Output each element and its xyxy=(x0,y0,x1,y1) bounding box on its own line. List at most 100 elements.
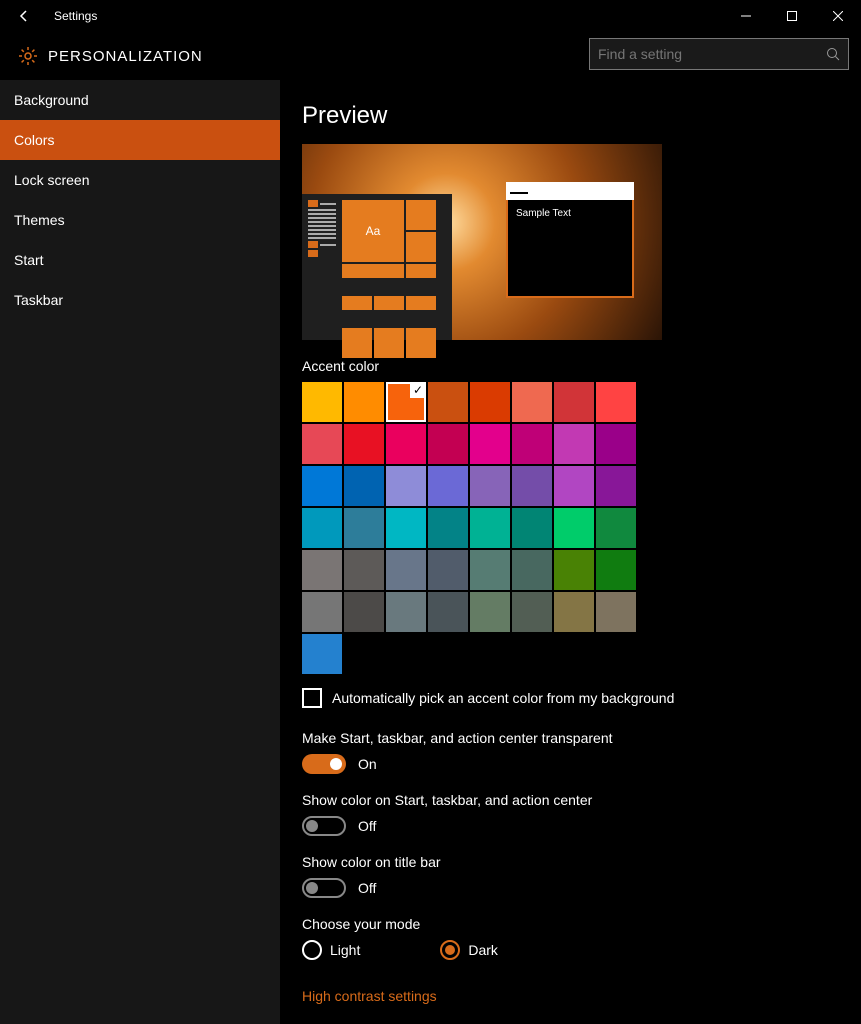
accent-swatch[interactable] xyxy=(470,382,510,422)
search-icon xyxy=(826,47,840,61)
page-title: PERSONALIZATION xyxy=(48,48,203,65)
accent-swatch[interactable] xyxy=(470,550,510,590)
sidebar-item-themes[interactable]: Themes xyxy=(0,200,280,240)
accent-swatch[interactable] xyxy=(386,508,426,548)
back-button[interactable] xyxy=(0,0,48,32)
checkbox-box xyxy=(302,688,322,708)
toggle-state: Off xyxy=(358,818,376,834)
mode-radio-light[interactable]: Light xyxy=(302,940,360,960)
accent-swatch[interactable] xyxy=(386,424,426,464)
accent-swatch[interactable] xyxy=(344,382,384,422)
high-contrast-link[interactable]: High contrast settings xyxy=(302,988,437,1004)
toggle-switch[interactable] xyxy=(302,754,346,774)
toggle-state: On xyxy=(358,756,377,772)
accent-swatch[interactable] xyxy=(554,592,594,632)
toggle-setting: Make Start, taskbar, and action center t… xyxy=(302,730,861,774)
accent-swatch[interactable] xyxy=(470,592,510,632)
accent-swatch[interactable] xyxy=(428,550,468,590)
accent-swatch[interactable] xyxy=(302,508,342,548)
accent-swatch[interactable] xyxy=(596,424,636,464)
accent-swatch[interactable] xyxy=(302,634,342,674)
body: BackgroundColorsLock screenThemesStartTa… xyxy=(0,80,861,1024)
toggle-switch[interactable] xyxy=(302,878,346,898)
auto-pick-checkbox[interactable]: Automatically pick an accent color from … xyxy=(302,688,861,708)
window-controls xyxy=(723,0,861,32)
accent-swatch[interactable] xyxy=(302,424,342,464)
accent-swatch[interactable] xyxy=(596,550,636,590)
accent-swatch[interactable] xyxy=(596,592,636,632)
accent-swatch[interactable] xyxy=(512,466,552,506)
titlebar: Settings xyxy=(0,0,861,32)
sidebar-item-start[interactable]: Start xyxy=(0,240,280,280)
accent-swatch[interactable] xyxy=(512,550,552,590)
gear-icon xyxy=(18,46,38,66)
accent-swatch[interactable] xyxy=(596,382,636,422)
accent-color-label: Accent color xyxy=(302,358,861,374)
sidebar-item-colors[interactable]: Colors xyxy=(0,120,280,160)
accent-swatch[interactable] xyxy=(386,550,426,590)
accent-swatch[interactable] xyxy=(386,466,426,506)
accent-swatch[interactable] xyxy=(344,508,384,548)
toggle-setting: Show color on Start, taskbar, and action… xyxy=(302,792,861,836)
accent-color-grid xyxy=(302,382,638,674)
accent-swatch[interactable] xyxy=(428,466,468,506)
accent-swatch[interactable] xyxy=(386,382,426,422)
accent-swatch[interactable] xyxy=(386,592,426,632)
sidebar-item-background[interactable]: Background xyxy=(0,80,280,120)
accent-swatch[interactable] xyxy=(554,550,594,590)
accent-swatch[interactable] xyxy=(344,592,384,632)
preview-heading: Preview xyxy=(302,102,861,130)
back-arrow-icon xyxy=(17,9,31,23)
accent-swatch[interactable] xyxy=(554,382,594,422)
preview-start-list xyxy=(308,200,336,334)
minimize-icon xyxy=(741,11,751,21)
accent-swatch[interactable] xyxy=(554,424,594,464)
accent-swatch[interactable] xyxy=(512,382,552,422)
accent-swatch[interactable] xyxy=(302,550,342,590)
header: PERSONALIZATION xyxy=(0,32,861,80)
toggle-state: Off xyxy=(358,880,376,896)
accent-swatch[interactable] xyxy=(428,424,468,464)
accent-swatch[interactable] xyxy=(344,424,384,464)
radio-circle-icon xyxy=(302,940,322,960)
minimize-button[interactable] xyxy=(723,0,769,32)
accent-swatch[interactable] xyxy=(428,382,468,422)
accent-swatch[interactable] xyxy=(302,466,342,506)
accent-swatch[interactable] xyxy=(512,424,552,464)
preview-window-text: Sample Text xyxy=(508,202,632,225)
preview-window-titlebar xyxy=(506,182,634,200)
close-icon xyxy=(833,11,843,21)
accent-swatch[interactable] xyxy=(302,592,342,632)
radio-circle-icon xyxy=(440,940,460,960)
accent-swatch[interactable] xyxy=(470,466,510,506)
accent-swatch[interactable] xyxy=(428,508,468,548)
accent-swatch[interactable] xyxy=(470,508,510,548)
content: Preview Aa xyxy=(280,80,861,1024)
accent-swatch[interactable] xyxy=(302,382,342,422)
accent-swatch[interactable] xyxy=(554,508,594,548)
toggle-label: Show color on title bar xyxy=(302,854,861,870)
accent-swatch[interactable] xyxy=(512,508,552,548)
accent-swatch[interactable] xyxy=(428,592,468,632)
preview-tile-aa: Aa xyxy=(342,200,404,262)
maximize-button[interactable] xyxy=(769,0,815,32)
accent-swatch[interactable] xyxy=(512,592,552,632)
sidebar-item-taskbar[interactable]: Taskbar xyxy=(0,280,280,320)
accent-swatch[interactable] xyxy=(470,424,510,464)
radio-label: Light xyxy=(330,942,360,958)
accent-swatch[interactable] xyxy=(596,466,636,506)
close-button[interactable] xyxy=(815,0,861,32)
auto-pick-label: Automatically pick an accent color from … xyxy=(332,690,674,706)
accent-swatch[interactable] xyxy=(596,508,636,548)
sidebar-item-lock-screen[interactable]: Lock screen xyxy=(0,160,280,200)
toggle-label: Show color on Start, taskbar, and action… xyxy=(302,792,861,808)
accent-swatch[interactable] xyxy=(344,466,384,506)
mode-setting: Choose your mode LightDark xyxy=(302,916,861,960)
maximize-icon xyxy=(787,11,797,21)
toggle-switch[interactable] xyxy=(302,816,346,836)
search-box[interactable] xyxy=(589,38,849,70)
mode-radio-dark[interactable]: Dark xyxy=(440,940,498,960)
search-input[interactable] xyxy=(598,46,826,62)
accent-swatch[interactable] xyxy=(344,550,384,590)
accent-swatch[interactable] xyxy=(554,466,594,506)
